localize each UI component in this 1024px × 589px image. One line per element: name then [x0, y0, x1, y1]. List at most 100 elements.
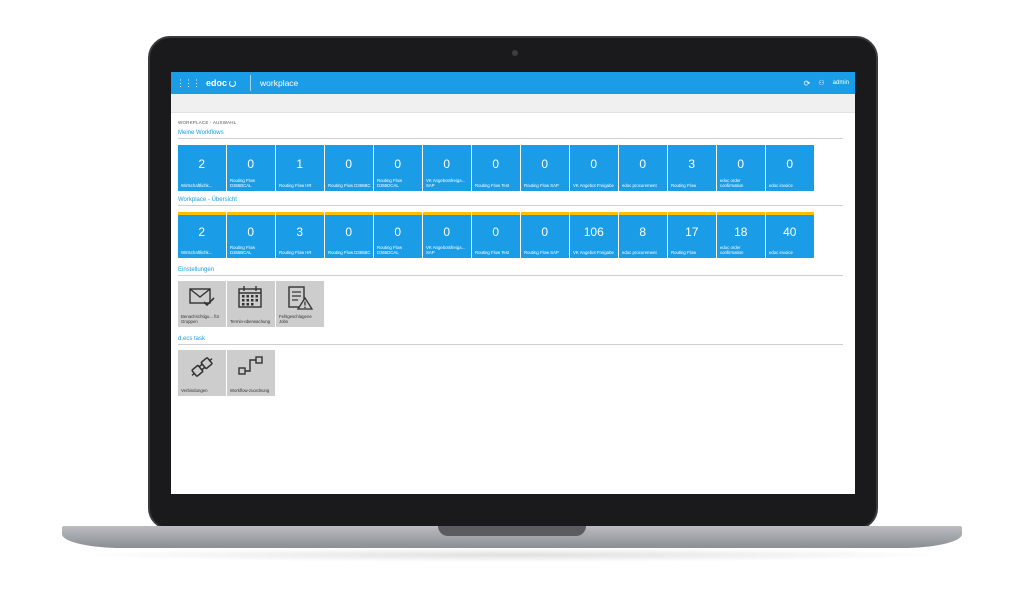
- section-meine-workflows: Meine Workflows 2 Wirtschaftlichk... 0 Rout…: [178, 130, 843, 191]
- tile-count: 0: [492, 157, 500, 171]
- laptop-shadow: [70, 548, 954, 562]
- tile-count: 18: [734, 225, 748, 239]
- workflow-tile[interactable]: 0 edoc order confirmation: [717, 145, 765, 191]
- brand-text: edoc: [206, 78, 228, 88]
- section-einstellungen: Einstellungen Benachrichtigu... für Grup…: [178, 267, 843, 327]
- tile-label: Verbindungen: [181, 388, 208, 393]
- tile-label: Benachrichtigu... für Gruppen: [181, 314, 220, 324]
- workflow-tile[interactable]: 106 VK Angebot Freigabe: [570, 212, 618, 258]
- camera: [512, 50, 518, 56]
- mail-check-icon: [189, 288, 215, 307]
- workflow-tile[interactable]: 8 edoc procurement: [619, 212, 667, 258]
- workflow-tile[interactable]: 0 Routing Flow Test: [472, 212, 520, 258]
- workflow-tile[interactable]: 1 Routing Flow HR: [276, 145, 324, 191]
- brand-logo[interactable]: edoc: [206, 78, 237, 88]
- tile-benachrichtigung[interactable]: Benachrichtigu... für Gruppen: [178, 281, 226, 327]
- workflow-tile[interactable]: 0 Routing Flow D365DCAL: [374, 212, 422, 258]
- tile-label: Routing Flow D365BCAL: [230, 245, 256, 255]
- workflow-tile[interactable]: 0 VK Angebot Freigabe: [570, 145, 618, 191]
- tile-count: 1: [296, 157, 304, 171]
- workflow-tile[interactable]: 0 VK Angebotsfreiga... SAP: [423, 212, 471, 258]
- tile-label: Routing Flow Test: [475, 250, 510, 255]
- tile-label: edoc order confirmation: [720, 245, 744, 255]
- tile-count: 0: [492, 225, 500, 239]
- tile-count: 0: [247, 225, 255, 239]
- section-decs-task: d.ecs task Verbindungen Workflow-zuordnu…: [178, 336, 843, 396]
- tile-count: 106: [583, 225, 604, 239]
- workflow-tile[interactable]: 2 Wirtschaftlichk...: [178, 145, 226, 191]
- workflow-tile[interactable]: 0 Routing Flow Test: [472, 145, 520, 191]
- workflow-tile[interactable]: 0 Routing Flow SAP: [521, 212, 569, 258]
- workflow-tile[interactable]: 17 Routing Flow: [668, 212, 716, 258]
- plug-icon: [191, 357, 213, 377]
- tile-count: 0: [345, 157, 353, 171]
- app-title: workplace: [260, 78, 299, 88]
- tile-count: 0: [737, 157, 745, 171]
- workflow-tile[interactable]: 0 Routing Flow D365DCAL: [374, 145, 422, 191]
- tile-label: Routing Flow: [671, 183, 697, 188]
- workflow-tile[interactable]: 40 edoc invoice: [766, 212, 814, 258]
- tile-count: 0: [786, 157, 794, 171]
- tile-count: 0: [443, 157, 451, 171]
- tile-count: 0: [541, 157, 549, 171]
- tile-count: 8: [639, 225, 647, 239]
- refresh-icon[interactable]: ⟳: [804, 79, 811, 88]
- workflow-tile[interactable]: 0 edoc procurement: [619, 145, 667, 191]
- tile-label: Routing Flow D365BC: [328, 250, 371, 255]
- calendar-icon: [238, 286, 262, 308]
- tile-label: Routing Flow HR: [279, 250, 312, 255]
- tile-label: edoc order confirmation: [720, 178, 744, 188]
- tile-label: Wirtschaftlichk...: [181, 183, 213, 188]
- tile-label: VK Angebotsfreiga... SAP: [426, 245, 466, 255]
- tiles-row: Benachrichtigu... für Gruppen Termin-übe…: [178, 281, 843, 327]
- workflow-tile[interactable]: 0 Routing Flow D365BC: [325, 145, 373, 191]
- tile-count: 0: [394, 225, 402, 239]
- tile-label: Routing Flow D365DCAL: [377, 245, 403, 255]
- workflow-tile[interactable]: 0 Routing Flow D365BC: [325, 212, 373, 258]
- workflow-icon: [238, 356, 263, 375]
- workflow-tile[interactable]: 3 Routing Flow: [668, 145, 716, 191]
- workflow-tile[interactable]: 2 Wirtschaftlichk...: [178, 212, 226, 258]
- workflow-tile[interactable]: 0 VK Angebotsfreiga... SAP: [423, 145, 471, 191]
- workflow-tile[interactable]: 0 Routing Flow SAP: [521, 145, 569, 191]
- tile-count: 2: [198, 157, 206, 171]
- tile-label: Routing Flow D365BC: [328, 183, 371, 188]
- tile-count: 40: [783, 225, 797, 239]
- tile-terminueberwachung[interactable]: Termin-überwachung: [227, 281, 275, 327]
- tile-workflow-zuordnung[interactable]: Workflow-zuordnung: [227, 350, 275, 396]
- tile-count: 0: [639, 157, 647, 171]
- workflow-tile[interactable]: 3 Routing Flow HR: [276, 212, 324, 258]
- tile-label: Routing Flow D365BCAL: [230, 178, 256, 188]
- laptop-notch: [438, 526, 586, 536]
- header-divider: [250, 75, 252, 91]
- user-icon[interactable]: ⚇: [818, 79, 824, 87]
- tile-label: VK Angebot Freigabe: [573, 183, 614, 188]
- workflow-tile[interactable]: 18 edoc order confirmation: [717, 212, 765, 258]
- apps-grid-icon[interactable]: ⋮⋮⋮: [176, 78, 201, 88]
- tile-label: edoc invoice: [769, 183, 793, 188]
- tile-label: Wirtschaftlichk...: [181, 250, 213, 255]
- section-workplace-uebersicht: Workplace - Übersicht 2 Wirtschaftlichk..…: [178, 197, 843, 258]
- workflow-tile[interactable]: 0 Routing Flow D365BCAL: [227, 212, 275, 258]
- tile-count: 17: [685, 225, 699, 239]
- tile-label: Routing Flow: [671, 250, 697, 255]
- tile-label: Workflow-zuordnung: [230, 388, 270, 393]
- tile-count: 2: [198, 225, 206, 239]
- tile-count: 3: [296, 225, 304, 239]
- section-title: d.ecs task: [178, 336, 843, 345]
- tiles-row: 2 Wirtschaftlichk... 0 Routing Flow D365BCA…: [178, 145, 843, 191]
- section-title: Einstellungen: [178, 267, 843, 276]
- workflow-tile[interactable]: 0 edoc invoice: [766, 145, 814, 191]
- top-bar: ⋮⋮⋮ edoc workplace ⟳ ⚇ admin: [171, 72, 855, 94]
- sub-bar: [171, 94, 855, 113]
- workflow-tile[interactable]: 0 Routing Flow D365BCAL: [227, 145, 275, 191]
- tile-label: Termin-überwachung: [230, 319, 271, 324]
- tile-label: Routing Flow HR: [279, 183, 312, 188]
- tile-label: Routing Flow D365DCAL: [377, 178, 403, 188]
- tiles-row: Verbindungen Workflow-zuordnung: [178, 350, 843, 396]
- user-name[interactable]: admin: [833, 80, 849, 86]
- tile-label: edoc procurement: [622, 183, 657, 188]
- tile-fehlgeschlagene-jobs[interactable]: Fehlgeschlagene Jobs: [276, 281, 324, 327]
- tile-label: Fehlgeschlagene Jobs: [279, 314, 312, 324]
- tile-verbindungen[interactable]: Verbindungen: [178, 350, 226, 396]
